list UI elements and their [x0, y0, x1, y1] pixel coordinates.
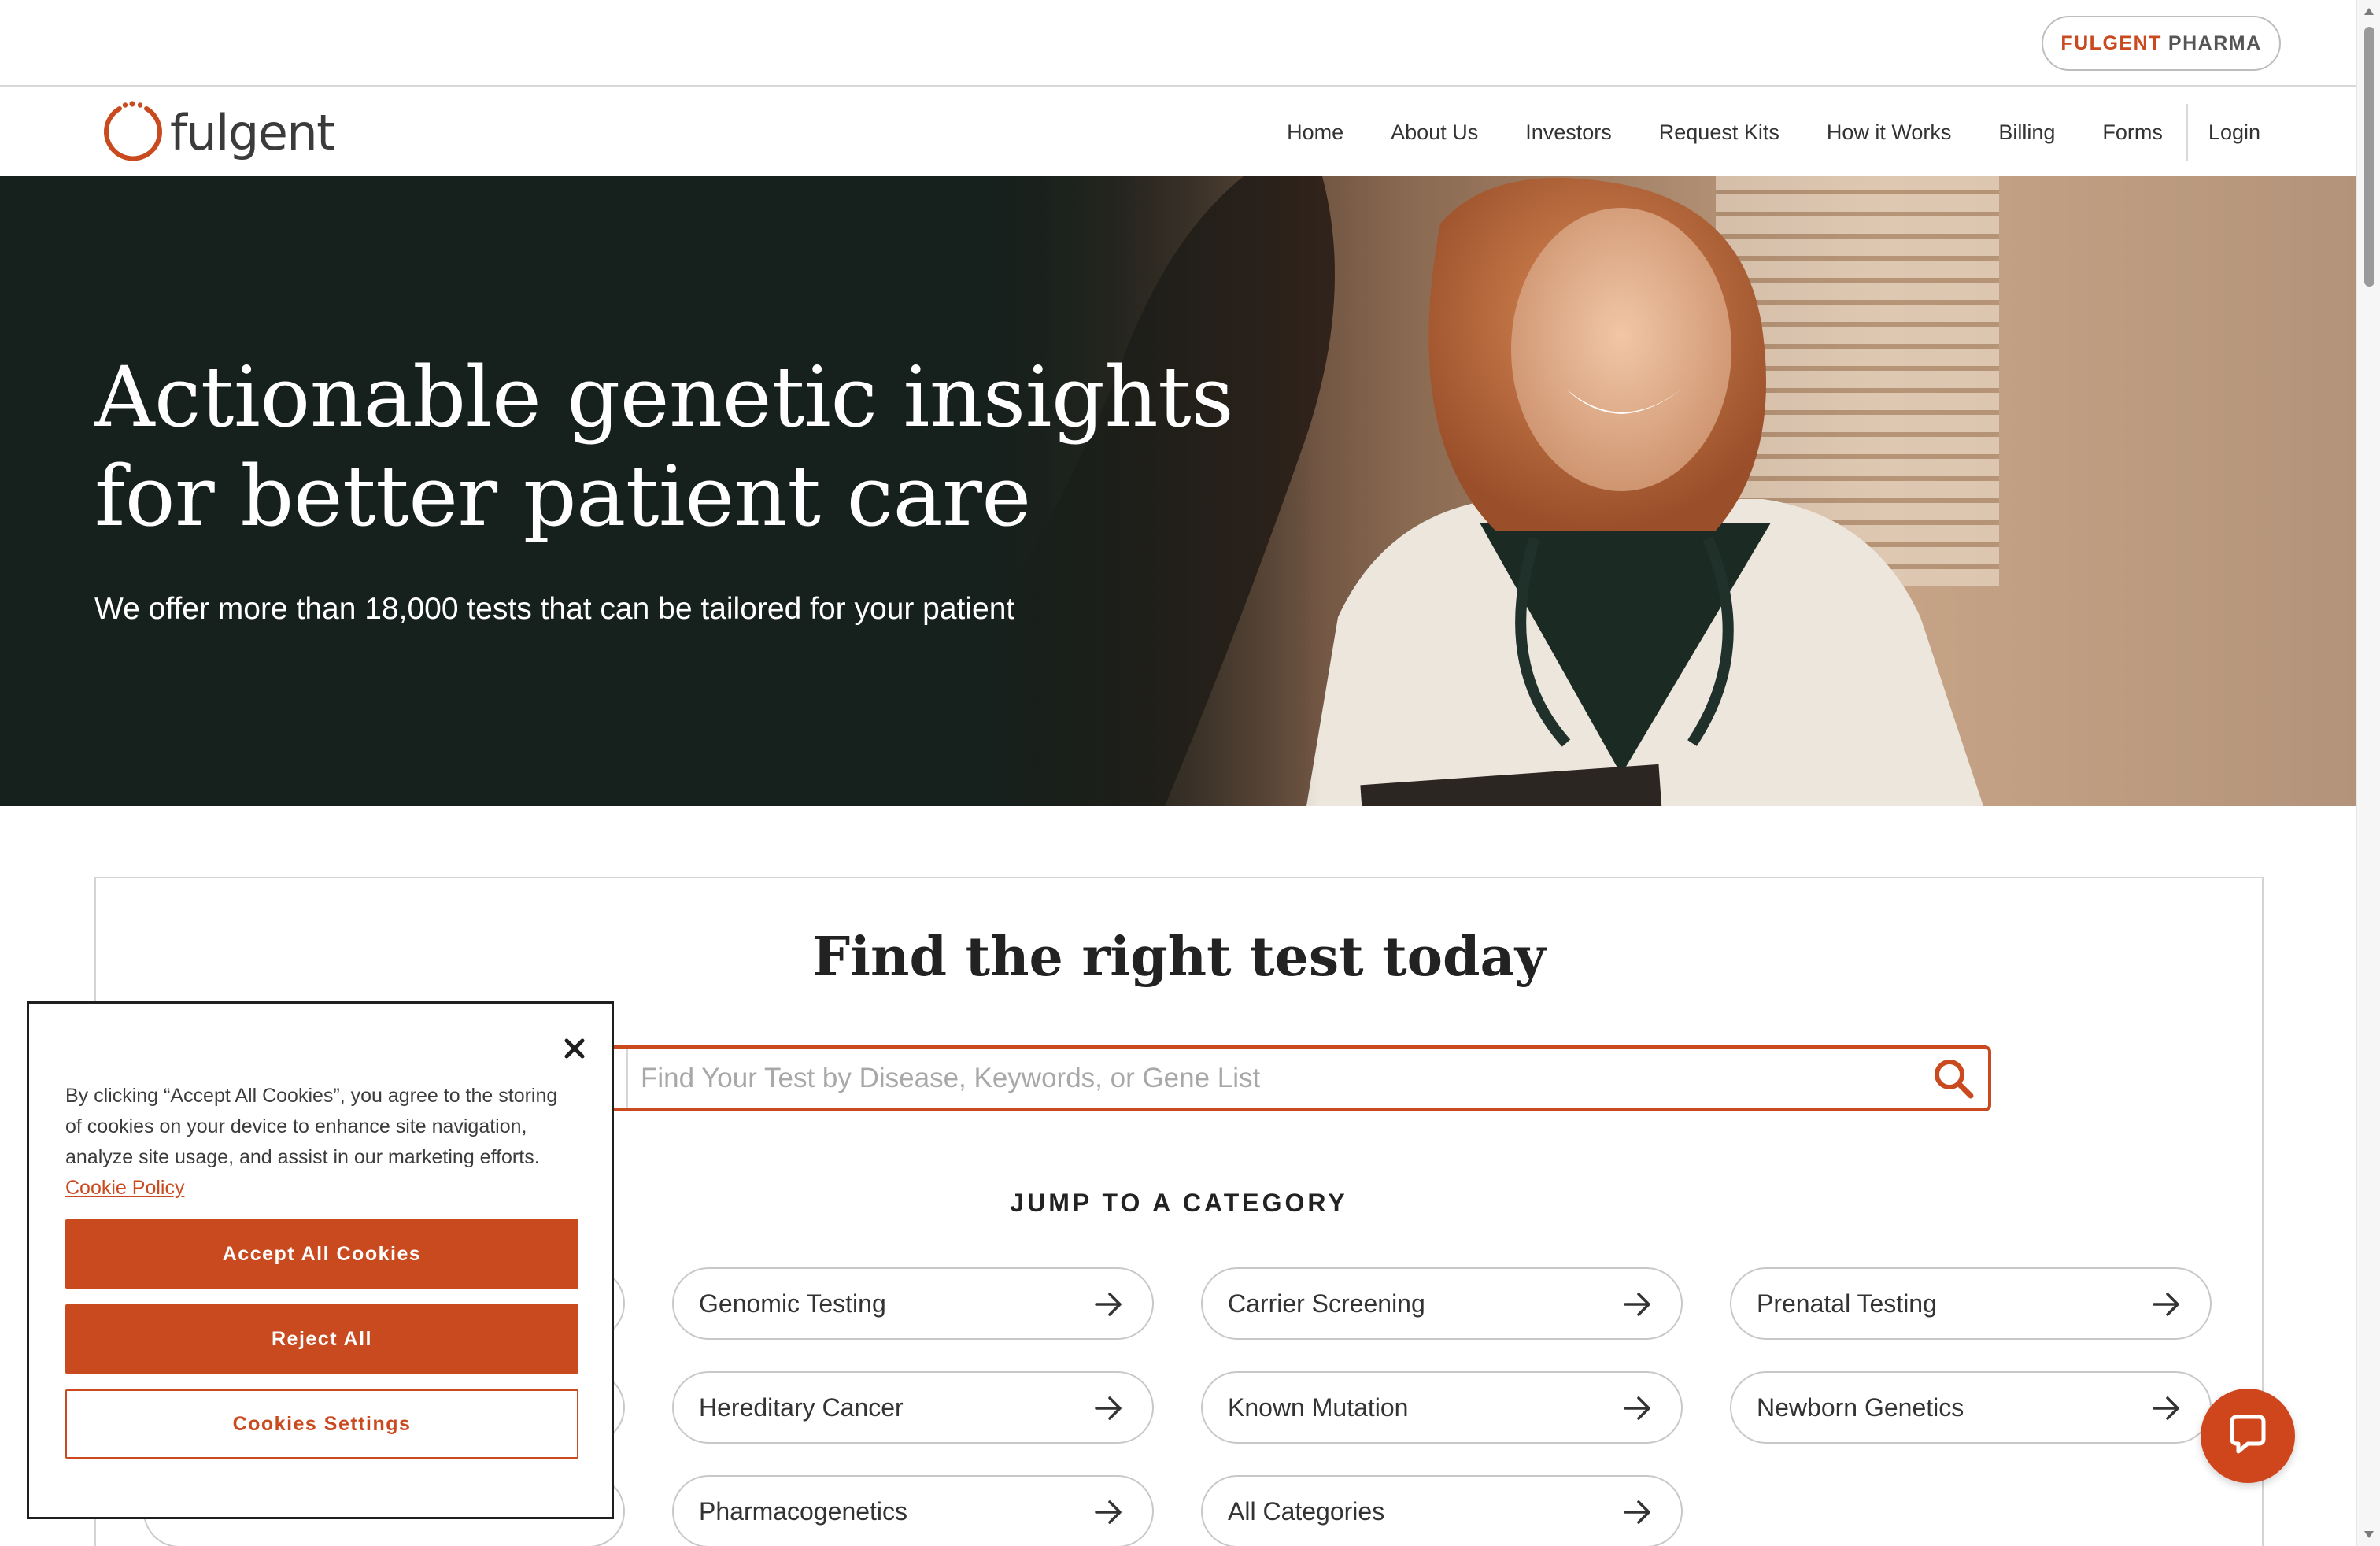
nav-links: Home About Us Investors Request Kits How…: [1287, 88, 2260, 176]
category-label: Carrier Screening: [1228, 1289, 1425, 1318]
accept-all-cookies-button[interactable]: Accept All Cookies: [65, 1219, 578, 1289]
category-label: Newborn Genetics: [1757, 1393, 1964, 1422]
search-icon[interactable]: [1930, 1055, 1977, 1102]
category-pharmacogenetics[interactable]: Pharmacogenetics: [672, 1475, 1154, 1546]
nav-forms[interactable]: Forms: [2102, 120, 2163, 145]
arrow-right-icon: [2153, 1396, 2179, 1420]
close-icon[interactable]: [561, 1035, 588, 1062]
finder-title: Find the right test today: [811, 926, 1547, 989]
hero-title-line-1: Actionable genetic insights: [94, 349, 1234, 446]
cookie-text: By clicking “Accept All Cookies”, you ag…: [65, 1085, 558, 1168]
arrow-right-icon: [2153, 1293, 2179, 1316]
category-carrier-screening[interactable]: Carrier Screening: [1201, 1267, 1683, 1340]
fulgent-pharma-link[interactable]: FULGENT PHARMA: [2042, 16, 2281, 71]
hero-title: Actionable genetic insights for better p…: [94, 348, 1275, 546]
chat-icon: [2230, 1415, 2266, 1454]
pharma-brand-text: FULGENT: [2060, 31, 2162, 54]
cookies-settings-button[interactable]: Cookies Settings: [65, 1389, 578, 1459]
hero-subtitle: We offer more than 18,000 tests that can…: [94, 592, 1015, 626]
arrow-right-icon: [1095, 1396, 1122, 1420]
scroll-up-arrow-icon[interactable]: [2364, 8, 2374, 15]
scroll-down-arrow-icon[interactable]: [2364, 1531, 2374, 1538]
cookie-message: By clicking “Accept All Cookies”, you ag…: [65, 1081, 569, 1204]
nav-login[interactable]: Login: [2208, 120, 2260, 145]
utility-bar: FULGENT PHARMA: [0, 0, 2356, 87]
category-newborn-genetics[interactable]: Newborn Genetics: [1730, 1371, 2212, 1444]
category-label: Known Mutation: [1228, 1393, 1409, 1422]
category-genomic-testing[interactable]: Genomic Testing: [672, 1267, 1154, 1340]
category-label: Prenatal Testing: [1757, 1289, 1937, 1318]
category-hereditary-cancer[interactable]: Hereditary Cancer: [672, 1371, 1154, 1444]
category-label: All Categories: [1228, 1497, 1385, 1526]
nav-investors[interactable]: Investors: [1525, 120, 1612, 145]
logo-wordmark: fulgent: [170, 103, 335, 161]
fulgent-logo-icon: [99, 99, 165, 165]
nav-about-us[interactable]: About Us: [1391, 120, 1478, 145]
nav-divider: [2186, 104, 2188, 161]
pharma-word-text: PHARMA: [2168, 31, 2262, 54]
arrow-right-icon: [1624, 1500, 1650, 1524]
category-all-categories[interactable]: All Categories: [1201, 1475, 1683, 1546]
arrow-right-icon: [1095, 1293, 1122, 1316]
scrollbar-thumb[interactable]: [2364, 27, 2374, 287]
arrow-right-icon: [1095, 1500, 1122, 1524]
cookie-policy-link[interactable]: Cookie Policy: [65, 1177, 184, 1199]
category-known-mutation[interactable]: Known Mutation: [1201, 1371, 1683, 1444]
main-nav: fulgent Home About Us Investors Request …: [0, 88, 2356, 176]
hero-banner: Actionable genetic insights for better p…: [0, 176, 2356, 806]
fulgent-logo[interactable]: fulgent: [99, 98, 335, 167]
category-prenatal-testing[interactable]: Prenatal Testing: [1730, 1267, 2212, 1340]
nav-how-it-works[interactable]: How it Works: [1827, 120, 1952, 145]
category-label: Pharmacogenetics: [699, 1497, 908, 1526]
page-scrollbar[interactable]: [2356, 0, 2380, 1546]
category-label: Genomic Testing: [699, 1289, 886, 1318]
test-search-input[interactable]: [641, 1049, 1884, 1108]
category-label: Hereditary Cancer: [699, 1393, 904, 1422]
test-search-bar: [552, 1045, 1991, 1111]
nav-home[interactable]: Home: [1287, 120, 1343, 145]
chat-launcher-button[interactable]: [2201, 1389, 2295, 1483]
reject-all-button[interactable]: Reject All: [65, 1304, 578, 1374]
cookie-consent-dialog: By clicking “Accept All Cookies”, you ag…: [27, 1001, 614, 1519]
arrow-right-icon: [1624, 1293, 1650, 1316]
arrow-right-icon: [1624, 1396, 1650, 1420]
hero-title-line-2: for better patient care: [94, 448, 1031, 545]
nav-billing[interactable]: Billing: [1998, 120, 2055, 145]
nav-request-kits[interactable]: Request Kits: [1659, 120, 1779, 145]
